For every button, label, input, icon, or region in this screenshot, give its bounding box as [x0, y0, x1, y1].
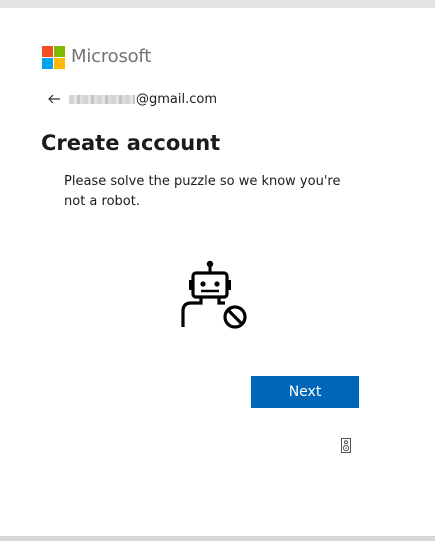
microsoft-squares-icon	[42, 45, 65, 69]
email-domain: @gmail.com	[136, 91, 218, 107]
audio-speaker-icon[interactable]	[341, 438, 351, 453]
bottom-strip	[0, 536, 435, 541]
logo-text: Microsoft	[71, 46, 152, 67]
page-title: Create account	[41, 131, 221, 155]
robot-blocked-icon	[181, 260, 247, 329]
microsoft-logo: Microsoft	[42, 45, 151, 69]
identity-banner: @gmail.com	[47, 89, 217, 109]
back-arrow-icon[interactable]	[47, 92, 61, 106]
page-description: Please solve the puzzle so we know you'r…	[64, 174, 341, 209]
next-button[interactable]: Next	[251, 376, 359, 408]
top-strip	[0, 0, 435, 8]
email-username-redacted	[69, 94, 135, 104]
